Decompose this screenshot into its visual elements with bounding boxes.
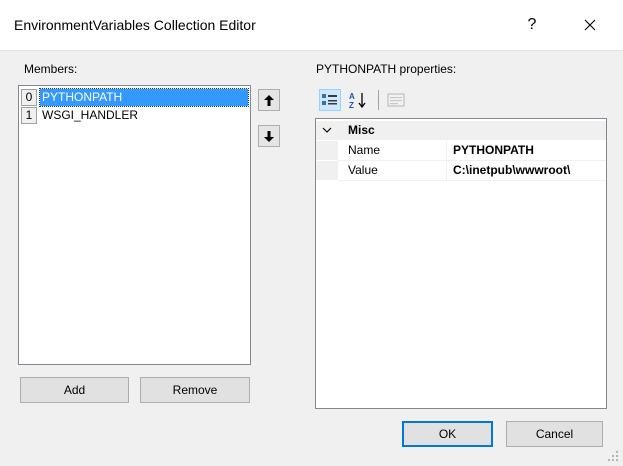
close-icon	[584, 19, 596, 31]
list-item-index: 1	[21, 107, 37, 124]
cancel-button[interactable]: Cancel	[506, 421, 603, 447]
category-label: Misc	[348, 123, 375, 137]
property-value[interactable]: PYTHONPATH	[453, 141, 606, 160]
svg-text:A: A	[349, 92, 355, 101]
list-item-label: WSGI_HANDLER	[42, 108, 139, 122]
svg-text:Z: Z	[349, 101, 354, 109]
add-button[interactable]: Add	[20, 377, 129, 403]
list-item[interactable]: 0 PYTHONPATH	[21, 88, 249, 107]
ok-button[interactable]: OK	[402, 421, 493, 447]
sort-alphabetical-icon: A Z	[349, 92, 366, 109]
title-bar: EnvironmentVariables Collection Editor ?	[0, 0, 623, 51]
row-margin	[316, 141, 338, 160]
arrow-up-icon	[264, 94, 274, 106]
toolbar-separator	[378, 90, 379, 110]
property-pages-icon	[387, 93, 405, 107]
alphabetical-view-button[interactable]: A Z	[347, 89, 369, 111]
property-row[interactable]: Value C:\inetpub\wwwroot\	[316, 161, 606, 180]
resize-grip-icon	[608, 451, 618, 461]
category-row[interactable]: Misc	[316, 121, 606, 140]
property-pages-button[interactable]	[385, 89, 407, 111]
list-item[interactable]: 1 WSGI_HANDLER	[21, 107, 248, 124]
members-list[interactable]: 0 PYTHONPATH 1 WSGI_HANDLER	[18, 85, 251, 365]
close-button[interactable]	[572, 10, 608, 40]
list-item-index: 0	[21, 89, 37, 106]
resize-grip[interactable]	[607, 450, 619, 462]
property-name: Name	[348, 143, 381, 157]
categorized-view-button[interactable]	[319, 89, 341, 111]
list-item-label: PYTHONPATH	[39, 88, 249, 107]
move-up-button[interactable]	[258, 89, 280, 111]
column-divider[interactable]	[446, 161, 447, 180]
help-button[interactable]: ?	[518, 10, 546, 40]
property-grid[interactable]: Misc Name PYTHONPATH Value C:\inetpub\ww…	[315, 118, 607, 409]
property-row[interactable]: Name PYTHONPATH	[316, 141, 606, 160]
remove-button[interactable]: Remove	[140, 377, 250, 403]
window-title: EnvironmentVariables Collection Editor	[14, 17, 256, 33]
move-down-button[interactable]	[258, 125, 280, 147]
property-name: Value	[348, 163, 378, 177]
arrow-down-icon	[264, 130, 274, 142]
property-value[interactable]: C:\inetpub\wwwroot\	[453, 161, 606, 180]
row-margin	[316, 161, 338, 180]
column-divider[interactable]	[446, 141, 447, 160]
members-label: Members:	[24, 62, 78, 76]
categorized-icon	[322, 94, 337, 105]
row-separator	[338, 180, 606, 181]
properties-label: PYTHONPATH properties:	[316, 62, 457, 76]
